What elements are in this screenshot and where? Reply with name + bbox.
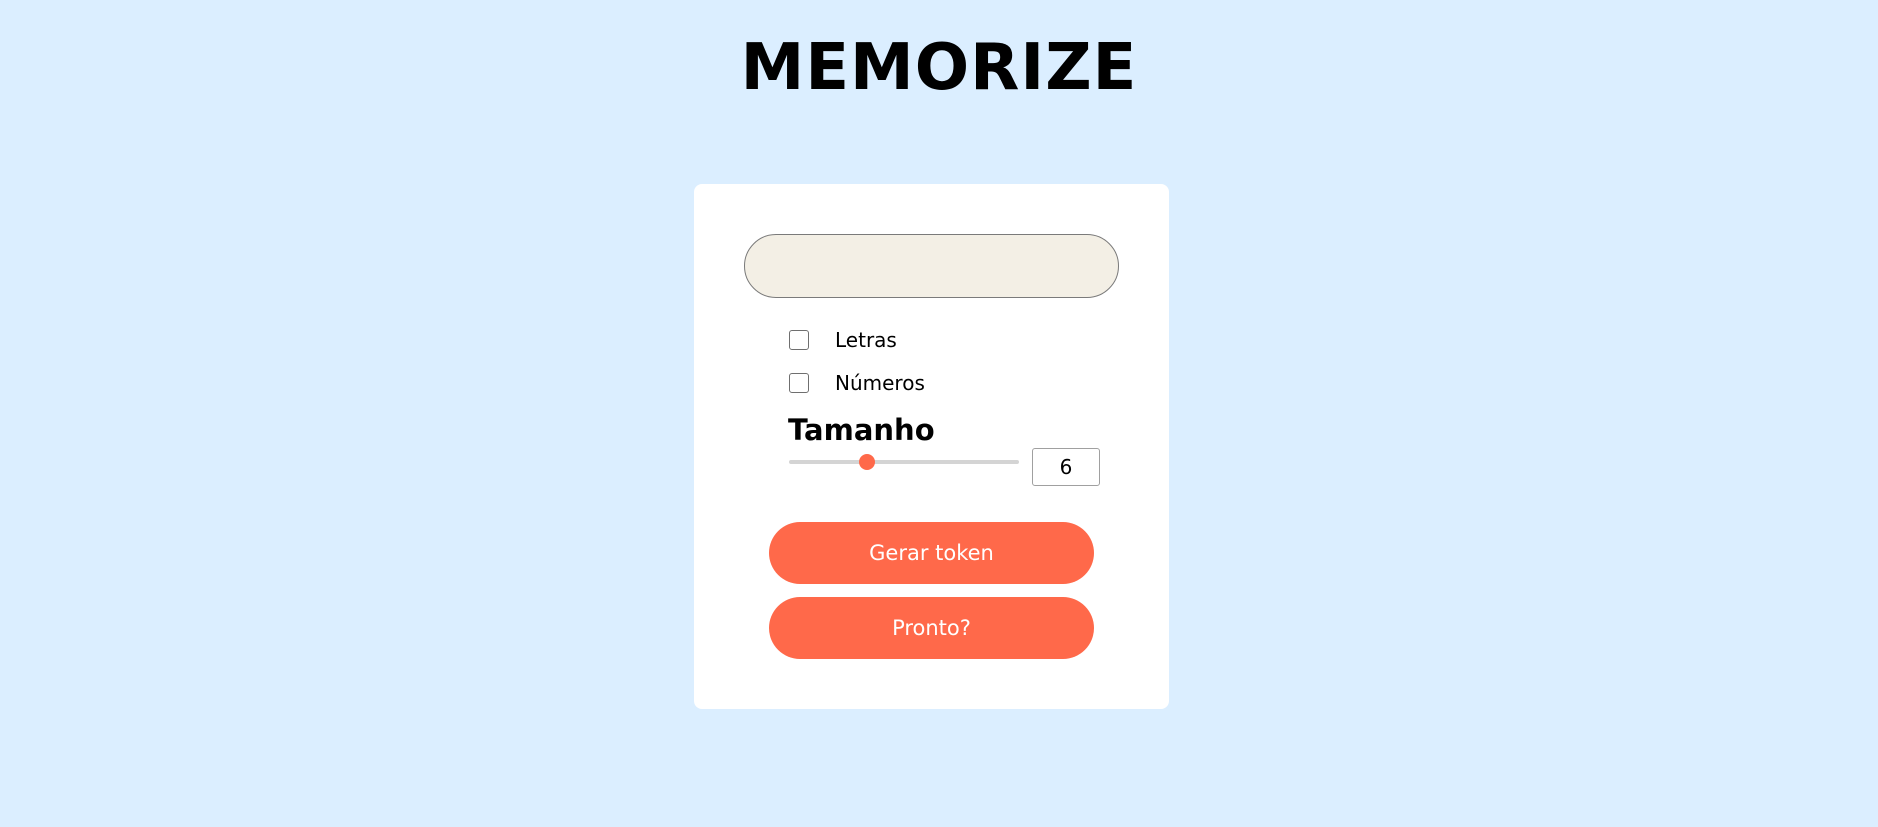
letters-checkbox[interactable] xyxy=(789,330,809,350)
settings-card: Letras Números Tamanho 6 Gerar token Pro… xyxy=(694,184,1169,709)
slider-thumb[interactable] xyxy=(859,454,876,470)
generate-token-button[interactable]: Gerar token xyxy=(769,522,1094,584)
letters-label: Letras xyxy=(835,328,897,352)
numbers-checkbox[interactable] xyxy=(789,373,809,393)
numbers-label: Números xyxy=(835,371,925,395)
numbers-option: Números xyxy=(789,371,925,395)
size-input[interactable]: 6 xyxy=(1032,448,1100,486)
ready-button[interactable]: Pronto? xyxy=(769,597,1094,659)
size-heading: Tamanho xyxy=(788,413,935,447)
token-display xyxy=(744,234,1119,298)
size-slider[interactable] xyxy=(789,454,1019,470)
letters-option: Letras xyxy=(789,328,897,352)
app-title: MEMORIZE xyxy=(740,31,1138,105)
page: { "app": { "title": "MEMORIZE" }, "token… xyxy=(0,0,1878,827)
slider-track xyxy=(789,460,1019,464)
